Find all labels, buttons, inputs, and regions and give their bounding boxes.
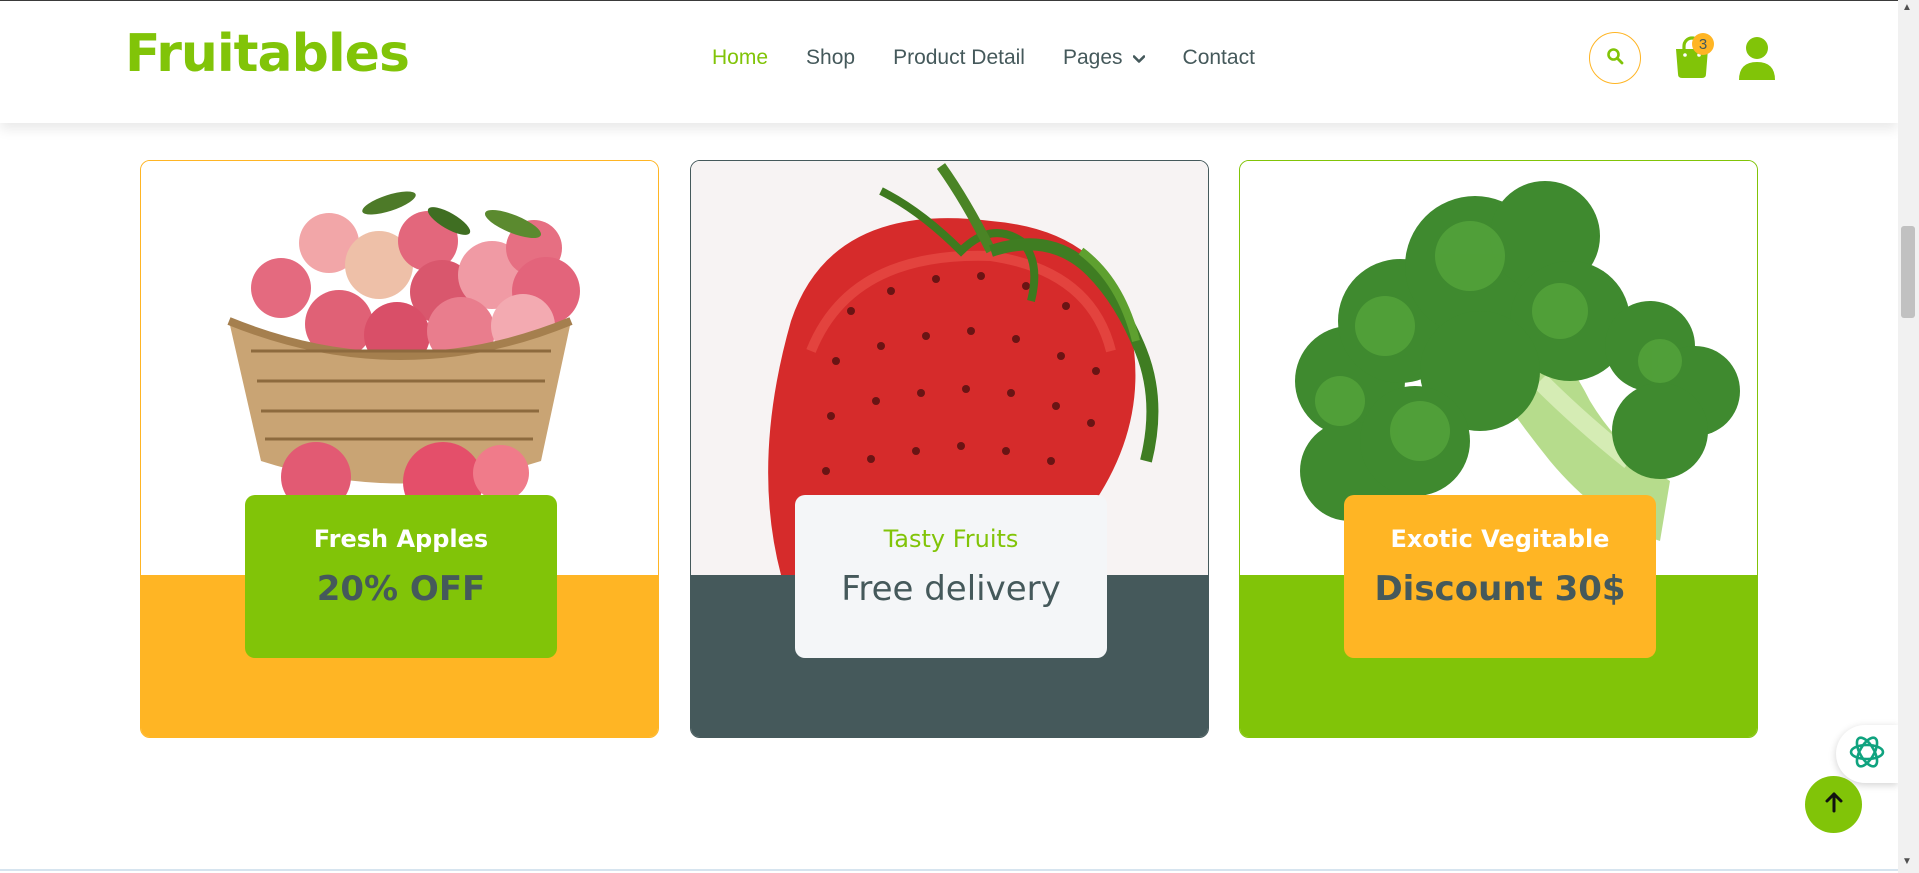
- scroll-down-arrow-icon[interactable]: ▼: [1902, 856, 1912, 867]
- promo-label: Exotic Vegitable Discount 30$: [1344, 495, 1656, 658]
- page: Fruitables Home Shop Product Detail Page…: [0, 0, 1898, 873]
- promo-title: Tasty Fruits: [883, 525, 1019, 553]
- promo-subtitle: Free delivery: [841, 569, 1061, 609]
- bottom-divider: [0, 869, 1898, 871]
- shopping-bag-icon: [1672, 36, 1712, 82]
- user-icon: [1737, 37, 1777, 84]
- scroll-up-arrow-icon[interactable]: ▲: [1902, 2, 1912, 13]
- nav-pages[interactable]: Pages: [1063, 46, 1145, 70]
- nav-product-detail[interactable]: Product Detail: [893, 46, 1025, 70]
- ai-assistant-icon: [1847, 732, 1887, 777]
- promo-card-broccoli[interactable]: Exotic Vegitable Discount 30$: [1239, 160, 1758, 738]
- main-nav: Home Shop Product Detail Pages Contact: [712, 46, 1255, 70]
- promo-card-strawberry[interactable]: Tasty Fruits Free delivery: [690, 160, 1209, 738]
- search-icon: [1606, 47, 1624, 70]
- nav-shop[interactable]: Shop: [806, 46, 855, 70]
- search-button[interactable]: [1589, 32, 1641, 84]
- promo-label: Fresh Apples 20% OFF: [245, 495, 557, 658]
- assistant-extension-button[interactable]: [1836, 725, 1898, 783]
- promo-card-apples[interactable]: Fresh Apples 20% OFF: [140, 160, 659, 738]
- account-button[interactable]: [1737, 36, 1777, 80]
- back-to-top-button[interactable]: [1805, 776, 1862, 833]
- site-header: Fruitables Home Shop Product Detail Page…: [0, 0, 1898, 123]
- nav-pages-label: Pages: [1062, 46, 1123, 69]
- promo-title: Exotic Vegitable: [1390, 525, 1610, 553]
- scrollbar-thumb[interactable]: [1901, 226, 1915, 318]
- promo-subtitle: 20% OFF: [316, 569, 486, 609]
- cart-count-badge: 3: [1692, 33, 1714, 55]
- header-top-border: [0, 0, 1898, 1]
- vertical-scrollbar[interactable]: ▲ ▼: [1898, 0, 1919, 873]
- promo-subtitle: Discount 30$: [1374, 569, 1626, 609]
- chevron-down-icon: [1132, 46, 1145, 70]
- arrow-up-icon: [1824, 791, 1844, 818]
- brand-logo[interactable]: Fruitables: [125, 24, 410, 84]
- promo-label: Tasty Fruits Free delivery: [795, 495, 1107, 658]
- nav-contact[interactable]: Contact: [1183, 46, 1255, 70]
- nav-home[interactable]: Home: [712, 46, 768, 70]
- promo-title: Fresh Apples: [313, 525, 489, 553]
